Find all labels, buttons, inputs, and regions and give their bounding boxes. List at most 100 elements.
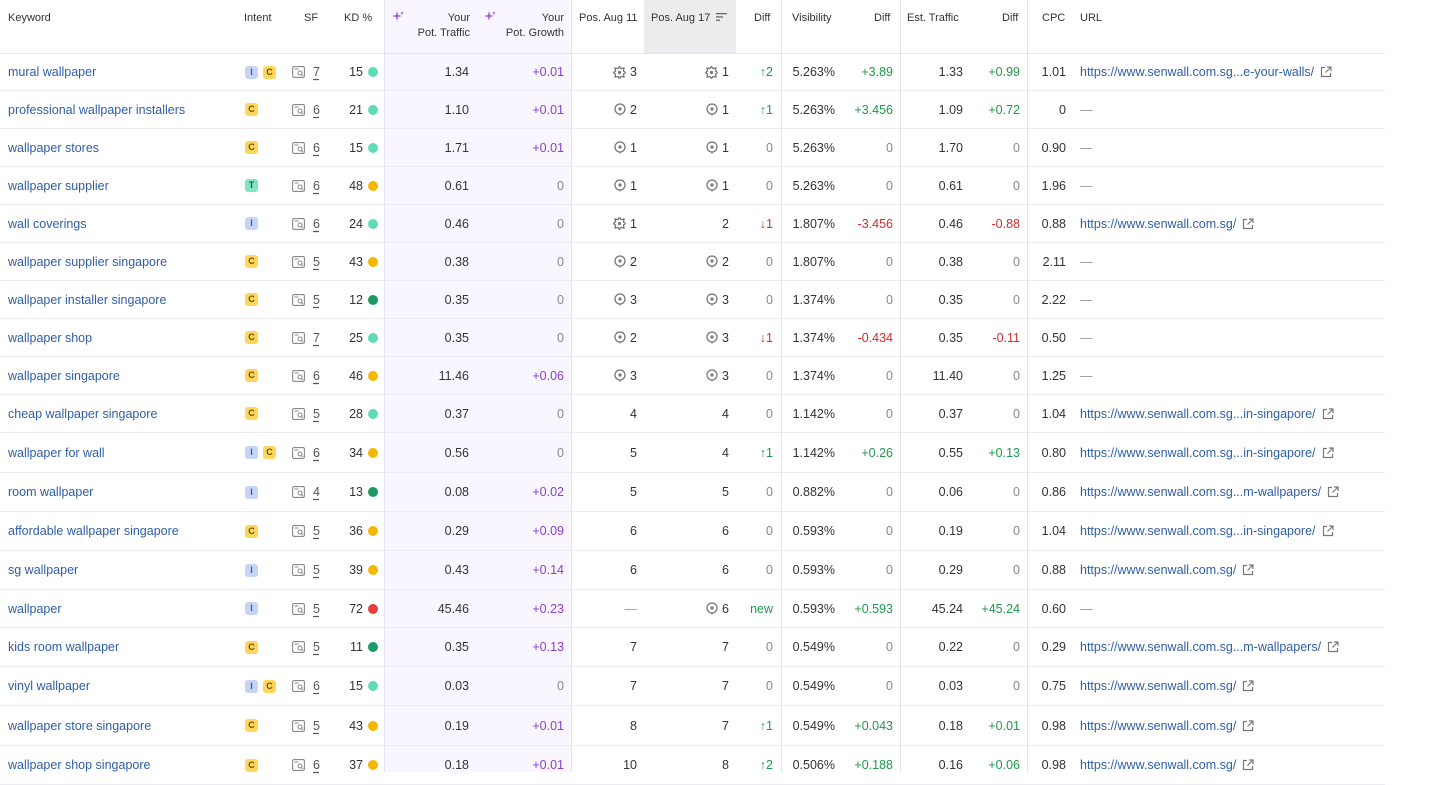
intent-badge[interactable]: C bbox=[245, 719, 258, 732]
keyword-link[interactable]: wallpaper shop singapore bbox=[8, 746, 238, 784]
serp-features-cell[interactable]: 5 bbox=[292, 706, 332, 745]
external-link-icon[interactable] bbox=[1242, 719, 1254, 732]
intent-badge[interactable]: C bbox=[245, 524, 258, 538]
url-link[interactable]: https://www.senwall.com.sg...in-singapor… bbox=[1080, 395, 1380, 432]
intent-badge[interactable]: C bbox=[263, 679, 276, 693]
intent-badge[interactable]: C bbox=[245, 331, 258, 344]
url-link[interactable]: https://www.senwall.com.sg...in-singapor… bbox=[1080, 512, 1380, 550]
serp-features-count[interactable]: 5 bbox=[313, 602, 320, 616]
serp-features-cell[interactable]: 6 bbox=[292, 91, 332, 128]
intent-badge[interactable]: C bbox=[245, 255, 258, 268]
external-link-icon[interactable] bbox=[1242, 564, 1254, 576]
keyword-link[interactable]: professional wallpaper installers bbox=[8, 91, 238, 128]
serp-features-cell[interactable]: 5 bbox=[292, 590, 332, 627]
keyword-link[interactable]: wallpaper supplier bbox=[8, 167, 238, 204]
serp-features-cell[interactable]: 7 bbox=[292, 54, 332, 90]
keyword-link[interactable]: vinyl wallpaper bbox=[8, 667, 238, 705]
serp-features-cell[interactable]: 6 bbox=[292, 433, 332, 472]
serp-features-count[interactable]: 6 bbox=[313, 217, 320, 231]
serp-features-count[interactable]: 5 bbox=[313, 255, 320, 269]
keyword-link[interactable]: sg wallpaper bbox=[8, 551, 238, 589]
intent-badge[interactable]: C bbox=[245, 103, 258, 116]
serp-features-cell[interactable]: 5 bbox=[292, 243, 332, 280]
keyword-link[interactable]: wallpaper supplier singapore bbox=[8, 243, 238, 280]
serp-features-count[interactable]: 6 bbox=[313, 758, 320, 772]
url-link[interactable]: https://www.senwall.com.sg/ bbox=[1080, 706, 1380, 745]
serp-features-count[interactable]: 4 bbox=[313, 485, 320, 499]
keyword-link[interactable]: wallpaper for wall bbox=[8, 433, 238, 472]
serp-features-cell[interactable]: 6 bbox=[292, 205, 332, 242]
serp-features-cell[interactable]: 4 bbox=[292, 473, 332, 511]
url-link[interactable]: https://www.senwall.com.sg/ bbox=[1080, 205, 1380, 242]
keyword-link[interactable]: wallpaper stores bbox=[8, 129, 238, 166]
intent-badge[interactable]: I bbox=[245, 485, 258, 499]
intent-badge[interactable]: I bbox=[245, 602, 258, 615]
url-text[interactable]: https://www.senwall.com.sg/ bbox=[1080, 217, 1236, 231]
serp-features-count[interactable]: 7 bbox=[313, 65, 320, 79]
serp-features-cell[interactable]: 5 bbox=[292, 281, 332, 318]
intent-badge[interactable]: T bbox=[245, 179, 258, 192]
keyword-link[interactable]: kids room wallpaper bbox=[8, 628, 238, 666]
url-text[interactable]: https://www.senwall.com.sg/ bbox=[1080, 758, 1236, 772]
intent-badge[interactable]: C bbox=[245, 293, 258, 306]
keyword-link[interactable]: wallpaper installer singapore bbox=[8, 281, 238, 318]
keyword-link[interactable]: wallpaper store singapore bbox=[8, 706, 238, 745]
intent-badge[interactable]: C bbox=[245, 369, 258, 382]
serp-features-cell[interactable]: 6 bbox=[292, 746, 332, 784]
intent-badge[interactable]: C bbox=[245, 407, 258, 420]
serp-features-cell[interactable]: 7 bbox=[292, 319, 332, 356]
intent-badge[interactable]: C bbox=[245, 141, 258, 154]
serp-features-count[interactable]: 5 bbox=[313, 563, 320, 577]
url-text[interactable]: https://www.senwall.com.sg...m-wallpaper… bbox=[1080, 640, 1321, 654]
intent-badge[interactable]: C bbox=[263, 65, 276, 79]
serp-features-cell[interactable]: 6 bbox=[292, 129, 332, 166]
url-link[interactable]: https://www.senwall.com.sg/ bbox=[1080, 746, 1380, 784]
external-link-icon[interactable] bbox=[1242, 217, 1254, 230]
intent-badge[interactable]: I bbox=[245, 563, 258, 577]
intent-badge[interactable]: C bbox=[263, 446, 276, 459]
url-link[interactable]: https://www.senwall.com.sg...m-wallpaper… bbox=[1080, 628, 1380, 666]
serp-features-count[interactable]: 5 bbox=[313, 524, 320, 538]
serp-features-count[interactable]: 7 bbox=[313, 331, 320, 345]
serp-features-count[interactable]: 5 bbox=[313, 293, 320, 307]
keyword-link[interactable]: wall coverings bbox=[8, 205, 238, 242]
serp-features-count[interactable]: 6 bbox=[313, 141, 320, 155]
serp-features-count[interactable]: 6 bbox=[313, 179, 320, 193]
external-link-icon[interactable] bbox=[1327, 486, 1339, 498]
serp-features-cell[interactable]: 5 bbox=[292, 395, 332, 432]
serp-features-cell[interactable]: 6 bbox=[292, 357, 332, 394]
serp-features-count[interactable]: 5 bbox=[313, 719, 320, 733]
url-link[interactable]: https://www.senwall.com.sg...in-singapor… bbox=[1080, 433, 1380, 472]
keyword-link[interactable]: wallpaper shop bbox=[8, 319, 238, 356]
serp-features-cell[interactable]: 5 bbox=[292, 551, 332, 589]
serp-features-count[interactable]: 6 bbox=[313, 369, 320, 383]
serp-features-count[interactable]: 5 bbox=[313, 407, 320, 421]
external-link-icon[interactable] bbox=[1322, 446, 1334, 459]
external-link-icon[interactable] bbox=[1320, 66, 1332, 78]
url-text[interactable]: https://www.senwall.com.sg/ bbox=[1080, 679, 1236, 693]
keyword-link[interactable]: wallpaper bbox=[8, 590, 238, 627]
external-link-icon[interactable] bbox=[1242, 759, 1254, 771]
serp-features-count[interactable]: 6 bbox=[313, 103, 320, 117]
serp-features-count[interactable]: 6 bbox=[313, 446, 320, 460]
serp-features-count[interactable]: 5 bbox=[313, 640, 320, 654]
intent-badge[interactable]: I bbox=[245, 217, 258, 230]
external-link-icon[interactable] bbox=[1322, 407, 1334, 420]
intent-badge[interactable]: I bbox=[245, 65, 258, 79]
keyword-link[interactable]: mural wallpaper bbox=[8, 54, 238, 90]
url-text[interactable]: https://www.senwall.com.sg...m-wallpaper… bbox=[1080, 485, 1321, 499]
keyword-link[interactable]: affordable wallpaper singapore bbox=[8, 512, 238, 550]
serp-features-cell[interactable]: 6 bbox=[292, 167, 332, 204]
url-link[interactable]: https://www.senwall.com.sg/ bbox=[1080, 667, 1380, 705]
serp-features-cell[interactable]: 6 bbox=[292, 667, 332, 705]
keyword-link[interactable]: room wallpaper bbox=[8, 473, 238, 511]
url-text[interactable]: https://www.senwall.com.sg...e-your-wall… bbox=[1080, 65, 1314, 79]
url-text[interactable]: https://www.senwall.com.sg...in-singapor… bbox=[1080, 446, 1316, 460]
serp-features-cell[interactable]: 5 bbox=[292, 512, 332, 550]
serp-features-cell[interactable]: 5 bbox=[292, 628, 332, 666]
url-text[interactable]: https://www.senwall.com.sg...in-singapor… bbox=[1080, 524, 1316, 538]
keyword-link[interactable]: cheap wallpaper singapore bbox=[8, 395, 238, 432]
intent-badge[interactable]: C bbox=[245, 758, 258, 772]
url-text[interactable]: https://www.senwall.com.sg/ bbox=[1080, 563, 1236, 577]
external-link-icon[interactable] bbox=[1327, 641, 1339, 653]
